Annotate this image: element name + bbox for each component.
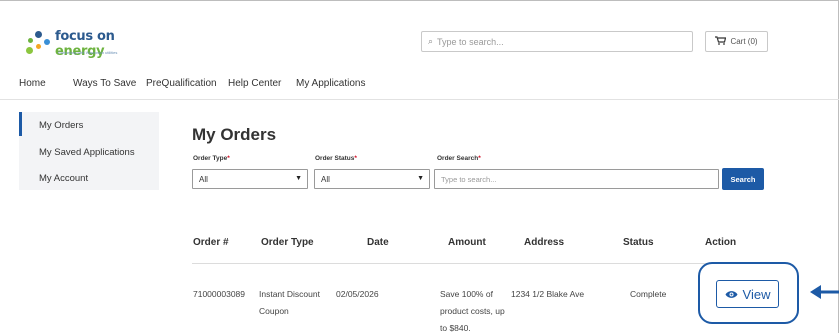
nav-item-help-center[interactable]: Help Center — [228, 78, 281, 89]
column-header-status: Status — [623, 237, 654, 248]
site-search-input[interactable]: ⌕ Type to search... — [421, 31, 693, 52]
search-icon: ⌕ — [428, 36, 434, 46]
order-search-placeholder: Type to search... — [441, 174, 497, 184]
column-header-order-number: Order # — [193, 237, 229, 248]
sidebar-item-my-saved-applications[interactable]: My Saved Applications — [39, 147, 135, 158]
cart-icon — [715, 36, 727, 47]
column-header-address: Address — [524, 237, 565, 248]
amount-cell: Save 100% of product costs, up to $840. — [440, 289, 505, 333]
account-sidebar: My Orders My Saved Applications My Accou… — [19, 112, 159, 190]
active-indicator — [19, 112, 22, 136]
status-cell: Complete — [630, 289, 667, 299]
order-type-value: All — [199, 174, 208, 184]
focus-on-energy-logo[interactable]: focus on energy Partnering with Wisconsi… — [26, 27, 156, 61]
site-search-placeholder: Type to search... — [437, 36, 504, 47]
view-button-label: View — [742, 286, 771, 302]
order-status-value: All — [321, 174, 330, 184]
eye-icon — [725, 290, 738, 299]
order-type-label: Order Type* — [193, 155, 230, 162]
address-cell: 1234 1/2 Blake Ave — [511, 289, 585, 299]
chevron-down-icon: ▼ — [295, 175, 302, 182]
logo-tagline: Partnering with Wisconsin utilities — [58, 50, 118, 55]
view-order-button[interactable]: View — [716, 280, 779, 308]
sidebar-item-my-account[interactable]: My Account — [39, 173, 88, 184]
column-header-action: Action — [705, 237, 737, 248]
order-status-select[interactable]: All ▼ — [314, 169, 430, 189]
date-cell: 02/05/2026 — [336, 289, 379, 299]
order-type-cell: Instant Discount Coupon — [259, 289, 320, 316]
nav-item-ways-to-save[interactable]: Ways To Save — [73, 78, 136, 89]
cart-label: Cart (0) — [730, 37, 758, 46]
order-type-select[interactable]: All ▼ — [192, 169, 308, 189]
cart-button[interactable]: Cart (0) — [705, 31, 768, 52]
order-status-label: Order Status* — [315, 155, 357, 162]
logo-dots-icon — [26, 30, 51, 58]
search-button[interactable]: Search — [722, 168, 764, 190]
page-title: My Orders — [192, 125, 277, 144]
nav-divider — [0, 99, 839, 100]
order-number-cell[interactable]: 71000003089 — [193, 286, 245, 303]
nav-item-home[interactable]: Home — [19, 78, 46, 89]
chevron-down-icon: ▼ — [417, 175, 424, 182]
pointer-arrow-icon — [810, 285, 839, 299]
order-search-label: Order Search* — [437, 155, 481, 162]
column-header-date: Date — [367, 237, 389, 248]
sidebar-item-my-orders[interactable]: My Orders — [39, 120, 83, 131]
column-header-order-type: Order Type — [261, 237, 314, 248]
nav-item-prequalification[interactable]: PreQualification — [146, 78, 217, 89]
table-header-divider — [192, 263, 772, 264]
order-search-input[interactable]: Type to search... — [434, 169, 719, 189]
column-header-amount: Amount — [448, 237, 486, 248]
nav-item-my-applications[interactable]: My Applications — [296, 78, 365, 89]
